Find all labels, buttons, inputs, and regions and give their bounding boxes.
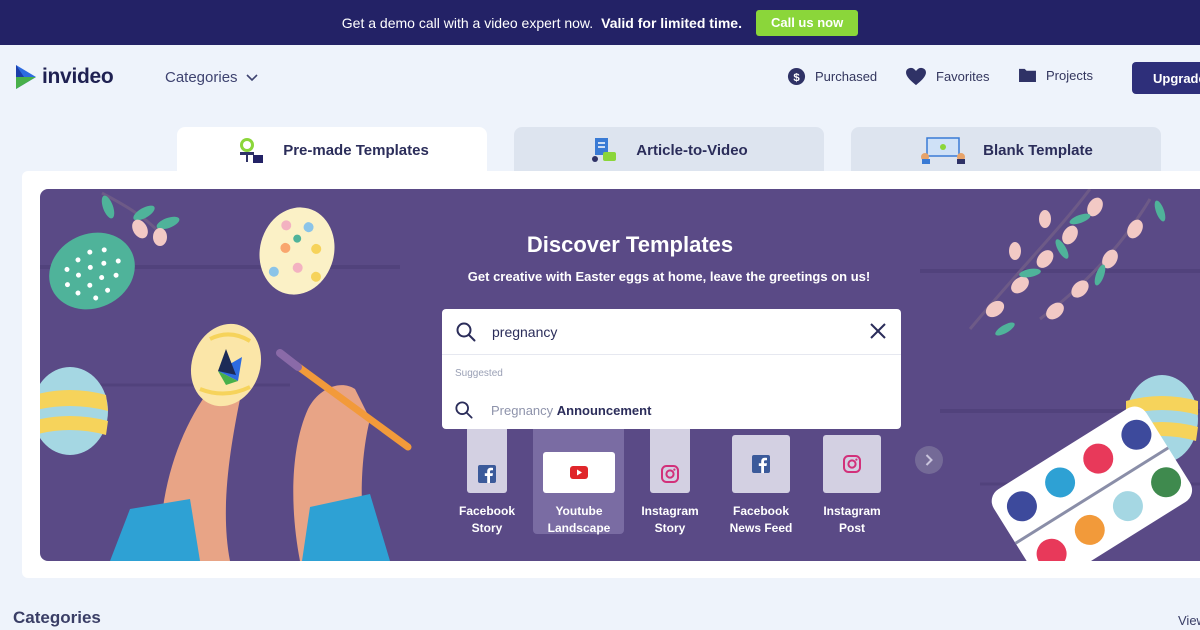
favorites-label: Favorites — [936, 69, 990, 84]
format-card — [732, 435, 790, 493]
clear-search-icon[interactable] — [870, 323, 886, 339]
blank-tab-icon — [921, 137, 966, 164]
tab-pre-made-templates[interactable]: Pre-made Templates — [177, 127, 487, 173]
projects-link[interactable]: Projects — [1018, 67, 1093, 83]
format-sublabel: Story — [471, 521, 503, 535]
format-card — [543, 452, 615, 493]
search-input[interactable] — [492, 321, 852, 343]
search-icon — [455, 401, 473, 419]
upgrade-button[interactable]: Upgrade — [1132, 62, 1200, 94]
instagram-icon — [843, 455, 861, 473]
search-box — [442, 309, 901, 354]
article-tab-icon — [592, 138, 617, 162]
projects-label: Projects — [1046, 67, 1093, 83]
chevron-right-icon — [925, 454, 933, 466]
instagram-icon — [661, 465, 679, 483]
tab-label: Pre-made Templates — [283, 141, 429, 159]
youtube-icon — [570, 466, 588, 479]
folder-icon — [1019, 68, 1036, 83]
categories-label: Categories — [165, 69, 238, 86]
promo-bar: Get a demo call with a video expert now.… — [0, 0, 1200, 45]
format-facebook-news-feed[interactable]: Facebook News Feed — [715, 429, 807, 537]
search-icon — [456, 322, 476, 342]
format-label: Youtube — [555, 504, 603, 518]
favorites-link[interactable]: Favorites — [905, 67, 989, 86]
format-sublabel: Landscape — [547, 521, 611, 535]
categories-section-title: Categories — [13, 608, 101, 627]
suggestion-item[interactable]: Pregnancy Announcement — [455, 401, 651, 419]
format-label: Facebook — [732, 504, 789, 518]
svg-text:$: $ — [793, 72, 800, 84]
format-card — [650, 429, 690, 493]
call-us-button[interactable]: Call us now — [755, 9, 859, 36]
format-label: Facebook — [458, 504, 515, 518]
suggested-label: Suggested — [455, 368, 503, 379]
hero-title: Discover Templates — [526, 232, 734, 257]
suggestion-bold: Announcement — [556, 402, 652, 418]
format-sublabel: Post — [838, 521, 865, 535]
format-instagram-post[interactable]: Instagram Post — [806, 429, 898, 537]
facebook-icon — [752, 455, 770, 473]
template-tab-icon — [240, 138, 264, 163]
promo-text: Get a demo call with a video expert now. — [341, 14, 594, 31]
format-instagram-story[interactable]: Instagram Story — [624, 429, 716, 537]
invideo-logo-icon — [16, 65, 36, 89]
format-card — [467, 429, 507, 493]
purchased-label: Purchased — [815, 69, 878, 84]
categories-menu[interactable]: Categories — [165, 69, 258, 86]
format-label: Instagram — [823, 504, 881, 518]
facebook-icon — [478, 465, 496, 483]
format-card — [823, 435, 881, 493]
format-sublabel: Story — [654, 521, 686, 535]
format-youtube-landscape[interactable]: Youtube Landscape — [533, 429, 625, 537]
tab-article-to-video[interactable]: Article-to-Video — [514, 127, 824, 173]
invideo-logo[interactable]: invideo — [14, 63, 114, 91]
purchased-link[interactable]: $ Purchased — [787, 67, 877, 86]
format-facebook-story[interactable]: Facebook Story — [441, 429, 533, 537]
format-label: Instagram — [641, 504, 699, 518]
view-all-link[interactable]: View all — [1178, 613, 1200, 628]
chevron-down-icon — [245, 73, 258, 81]
dollar-icon: $ — [787, 67, 806, 86]
format-sublabel: News Feed — [729, 521, 793, 535]
search-suggestions: Suggested Pregnancy Announcement — [442, 354, 901, 429]
tab-blank-template[interactable]: Blank Template — [851, 127, 1161, 173]
top-navigation: invideo Categories $ Purchased Favorites… — [0, 45, 1200, 113]
promo-highlight: Valid for limited time. — [601, 14, 742, 31]
tab-label: Blank Template — [983, 141, 1093, 159]
tab-label: Article-to-Video — [636, 141, 748, 159]
logo-text: invideo — [42, 65, 114, 88]
formats-next-button[interactable] — [915, 446, 943, 474]
suggestion-prefix: Pregnancy — [491, 402, 554, 418]
heart-icon — [906, 67, 926, 86]
hero-subtitle: Get creative with Easter eggs at home, l… — [467, 269, 871, 284]
